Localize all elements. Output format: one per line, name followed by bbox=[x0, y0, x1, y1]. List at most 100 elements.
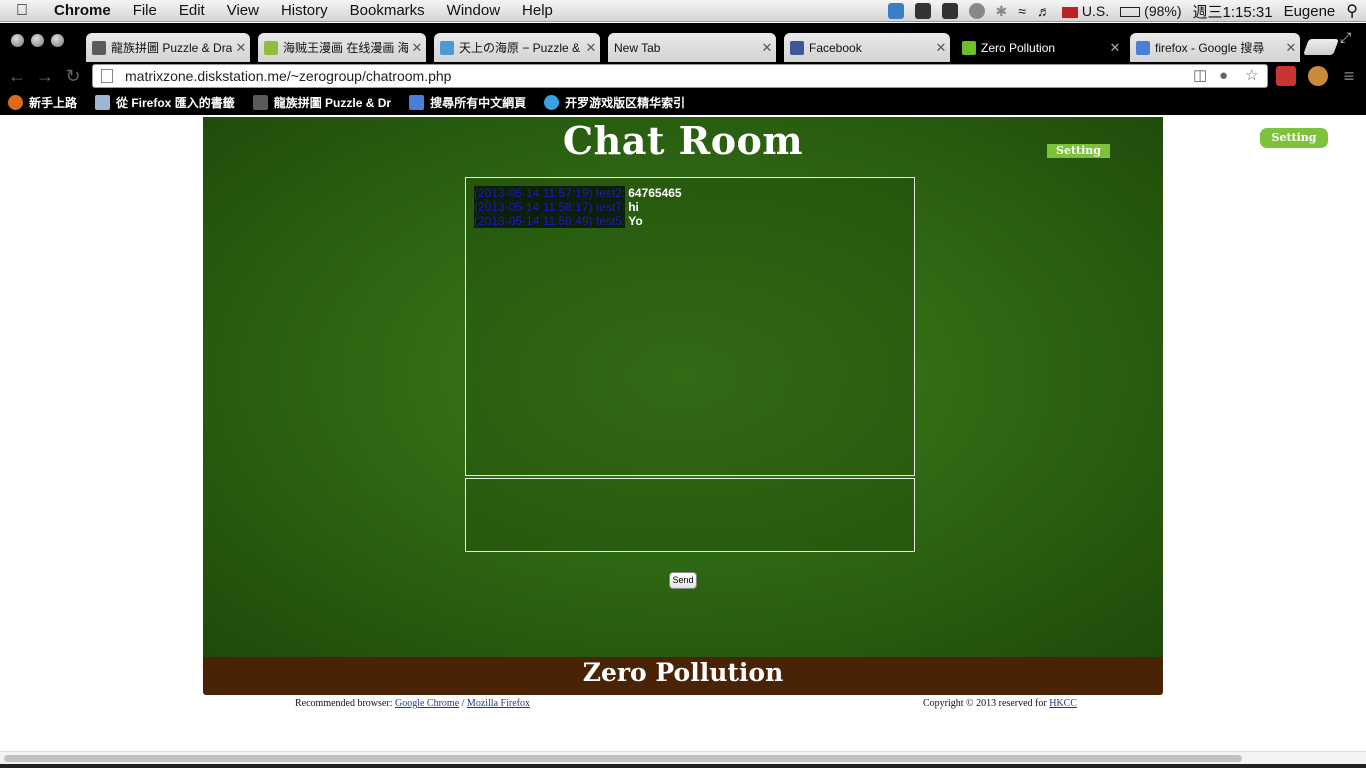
tab-google-search[interactable]: firefox - Google 搜尋 ✕ bbox=[1130, 33, 1300, 62]
bookmark-chinese-search[interactable]: 搜尋所有中文網頁 bbox=[401, 94, 536, 111]
menu-app-name[interactable]: Chrome bbox=[44, 2, 122, 19]
menu-bookmarks[interactable]: Bookmarks bbox=[339, 2, 436, 19]
volume-icon[interactable]: ♬ bbox=[1037, 3, 1051, 19]
scrollbar-thumb[interactable] bbox=[4, 755, 1242, 762]
bookmark-folder-imported[interactable]: 從 Firefox 匯入的書籤 bbox=[87, 94, 245, 111]
tab-zero-pollution[interactable]: Zero Pollution ✕ bbox=[956, 33, 1124, 62]
tab-facebook[interactable]: Facebook ✕ bbox=[784, 33, 950, 62]
chat-message-text: Yo bbox=[628, 214, 643, 228]
chat-message-text: hi bbox=[628, 200, 639, 214]
link-separator: / bbox=[459, 698, 467, 709]
recommended-label: Recommended browser: bbox=[295, 698, 395, 709]
time-machine-icon[interactable] bbox=[968, 3, 985, 19]
forward-arrow-icon[interactable]: → bbox=[34, 66, 56, 86]
hkcc-link[interactable]: HKCC bbox=[1049, 698, 1077, 709]
bookmarks-bar: 新手上路 從 Firefox 匯入的書籤 龍族拼圖 Puzzle & Dr 搜尋… bbox=[0, 90, 1366, 115]
tab-favicon-icon bbox=[790, 40, 804, 55]
chat-message: (2013-05-14 11:58:17) test7: hi bbox=[474, 200, 914, 214]
recommended-browser-note: Recommended browser: Google Chrome / Moz… bbox=[295, 698, 530, 709]
bookmark-puzzle-dragon[interactable]: 龍族拼圖 Puzzle & Dr bbox=[245, 94, 401, 111]
tab-favicon-icon bbox=[440, 40, 454, 55]
menu-help[interactable]: Help bbox=[511, 2, 564, 19]
tab-close-icon[interactable]: ✕ bbox=[1106, 40, 1124, 56]
input-source-menu[interactable]: U.S. bbox=[1061, 3, 1109, 19]
address-bar[interactable]: matrixzone.diskstation.me/~zerogroup/cha… bbox=[92, 64, 1268, 88]
new-tab-button[interactable] bbox=[1303, 39, 1339, 55]
reload-icon[interactable]: ↻ bbox=[62, 66, 84, 86]
tab-close-icon[interactable]: ✕ bbox=[408, 40, 426, 56]
browser-toolbar: ← → ↻ matrixzone.diskstation.me/~zerogro… bbox=[0, 62, 1366, 90]
tab-label: 天上の海原 − Puzzle & D bbox=[459, 41, 582, 55]
copyright-label: Copyright © 2013 reserved for bbox=[923, 698, 1050, 709]
menu-view[interactable]: View bbox=[216, 2, 270, 19]
tab-close-icon[interactable]: ✕ bbox=[232, 40, 250, 56]
evernote-status-icon[interactable] bbox=[941, 3, 958, 19]
drive-status-icon[interactable] bbox=[914, 3, 931, 19]
menu-edit[interactable]: Edit bbox=[168, 2, 216, 19]
chatroom-panel: Chat Room Setting (2013-05-14 11:57:19) … bbox=[203, 117, 1163, 657]
tab-close-icon[interactable]: ✕ bbox=[932, 40, 950, 56]
us-flag-icon bbox=[1061, 6, 1078, 18]
window-minimize-icon[interactable] bbox=[31, 34, 44, 47]
tab-close-icon[interactable]: ✕ bbox=[758, 40, 776, 56]
apple-menu-icon[interactable]:  bbox=[0, 2, 44, 20]
horizontal-scrollbar[interactable] bbox=[0, 751, 1366, 764]
dragon-icon bbox=[252, 95, 268, 110]
tab-sky-ocean[interactable]: 天上の海原 − Puzzle & D ✕ bbox=[434, 33, 600, 62]
setting-button[interactable]: Setting bbox=[1047, 144, 1110, 158]
firefox-icon bbox=[8, 95, 23, 110]
setting-button-outer[interactable]: Setting bbox=[1260, 128, 1328, 148]
bookmark-star-icon[interactable]: ☆ bbox=[1245, 68, 1261, 84]
firefox-link[interactable]: Mozilla Firefox bbox=[467, 698, 530, 709]
wifi-icon[interactable]: ≈ bbox=[1018, 3, 1026, 19]
menu-history[interactable]: History bbox=[270, 2, 339, 19]
page-action-icon[interactable]: ◫ bbox=[1193, 68, 1209, 84]
battery-icon bbox=[1120, 7, 1141, 18]
browser-tab-strip: 龍族拼圖 Puzzle & Drag ✕ 海贼王漫画 在线漫画 海贼 ✕ 天上の… bbox=[0, 23, 1366, 63]
menu-file[interactable]: File bbox=[122, 2, 168, 19]
chat-message-meta: (2013-05-14 11:59:49) test5: bbox=[474, 214, 626, 228]
bluetooth-icon[interactable]: ✱ bbox=[996, 3, 1008, 20]
lightbulb-icon[interactable]: ● bbox=[1219, 68, 1235, 84]
address-url[interactable]: matrixzone.diskstation.me/~zerogroup/cha… bbox=[125, 68, 451, 84]
menu-clock[interactable]: 週三1:15:31 bbox=[1193, 1, 1273, 22]
chat-message-meta: (2013-05-14 11:58:17) test7: bbox=[474, 200, 626, 214]
fullscreen-icon[interactable]: ⤢ bbox=[1340, 29, 1351, 46]
menu-user[interactable]: Eugene bbox=[1284, 3, 1336, 20]
page-content: Chat Room Setting (2013-05-14 11:57:19) … bbox=[0, 115, 1366, 751]
tab-label: New Tab bbox=[614, 40, 661, 55]
window-close-icon[interactable] bbox=[11, 34, 24, 47]
tab-close-icon[interactable]: ✕ bbox=[582, 40, 600, 56]
bookmark-label: 搜尋所有中文網頁 bbox=[430, 96, 527, 110]
bookmark-label: 龍族拼圖 Puzzle & Dr bbox=[273, 96, 392, 110]
send-button[interactable]: Send bbox=[669, 572, 697, 589]
back-arrow-icon[interactable]: ← bbox=[6, 66, 28, 86]
tab-close-icon[interactable]: ✕ bbox=[1282, 40, 1300, 56]
tab-favicon-icon bbox=[1136, 40, 1150, 55]
chat-log: (2013-05-14 11:57:19) test2: 64765465 (20… bbox=[465, 177, 915, 476]
extension-bear-icon[interactable] bbox=[1308, 66, 1328, 86]
copyright-note: Copyright © 2013 reserved for HKCC bbox=[923, 698, 1077, 709]
tab-favicon-icon bbox=[264, 40, 278, 55]
bookmark-getting-started[interactable]: 新手上路 bbox=[0, 94, 87, 111]
bookmark-kairo-forum[interactable]: 开罗游戏版区精华索引 bbox=[536, 94, 695, 111]
message-input[interactable] bbox=[465, 478, 915, 552]
tab-label: Zero Pollution bbox=[981, 40, 1056, 55]
page-title: Chat Room bbox=[562, 118, 804, 163]
tab-one-piece[interactable]: 海贼王漫画 在线漫画 海贼 ✕ bbox=[258, 33, 426, 62]
menu-window[interactable]: Window bbox=[436, 2, 511, 19]
extension-s-icon[interactable] bbox=[1276, 66, 1296, 86]
bookmark-label: 新手上路 bbox=[29, 96, 78, 110]
chat-message-text: 64765465 bbox=[628, 186, 682, 200]
window-zoom-icon[interactable] bbox=[51, 34, 64, 47]
tab-puzzle-dragon[interactable]: 龍族拼圖 Puzzle & Drag ✕ bbox=[86, 33, 250, 62]
dropbox-status-icon[interactable] bbox=[887, 3, 904, 19]
spotlight-icon[interactable]: ⚲ bbox=[1346, 1, 1358, 21]
tab-new-tab[interactable]: New Tab ✕ bbox=[608, 33, 776, 62]
battery-status[interactable]: (98%) bbox=[1120, 3, 1182, 19]
chrome-link[interactable]: Google Chrome bbox=[395, 698, 459, 709]
chrome-menu-icon[interactable]: ≡ bbox=[1338, 66, 1360, 86]
dock-edge bbox=[0, 764, 1366, 768]
site-footer-title: Zero Pollution bbox=[203, 657, 1163, 695]
chat-message: (2013-05-14 11:57:19) test2: 64765465 bbox=[474, 186, 914, 200]
